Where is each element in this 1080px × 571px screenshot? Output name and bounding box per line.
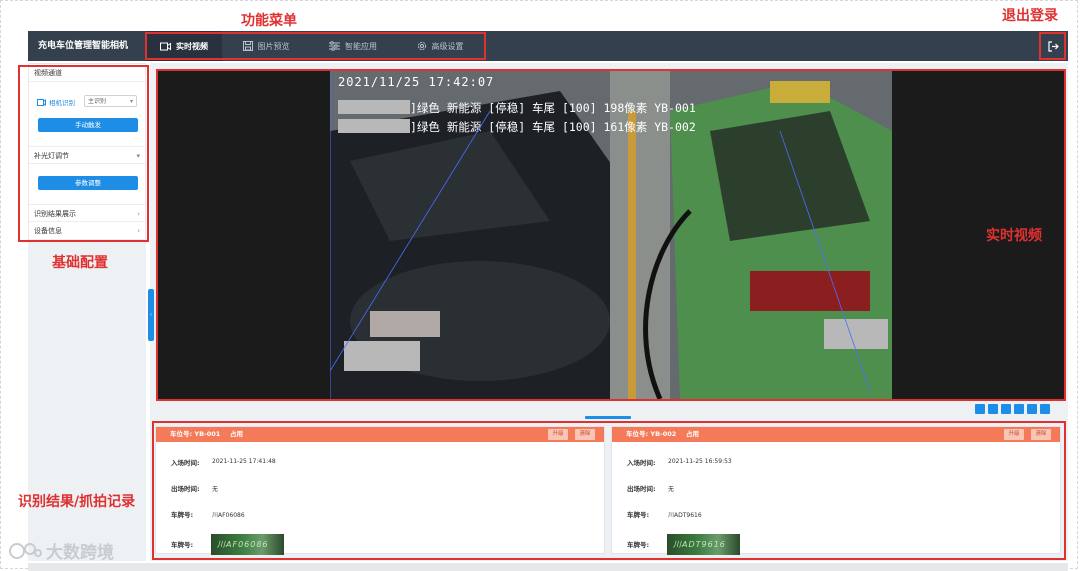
annotation-label-menu: 功能菜单 [241, 13, 297, 29]
annotation-box-logout [1039, 32, 1066, 60]
fullscreen-icon[interactable] [988, 404, 998, 414]
stop-icon[interactable] [975, 404, 985, 414]
annotation-box-basic-config [18, 65, 149, 242]
panel-splitter[interactable] [585, 416, 631, 419]
annotation-box-live-video [156, 69, 1066, 401]
bottom-scrollbar[interactable] [28, 563, 1068, 571]
watermark-text: 大数跨境 [46, 543, 114, 563]
watermark: 大数跨境 [8, 538, 114, 563]
sidebar-collapse-handle[interactable]: ‹ [148, 289, 154, 341]
watermark-logo-icon [9, 542, 42, 559]
expand-icon[interactable] [1040, 404, 1050, 414]
annotation-box-results [152, 421, 1066, 560]
annotation-label-logout: 退出登录 [1002, 8, 1058, 24]
annotation-label-live-video: 实时视频 [986, 228, 1042, 244]
zoom-icon[interactable] [1027, 404, 1037, 414]
annotation-label-basic-config: 基础配置 [52, 255, 108, 271]
video-toolbar [975, 404, 1050, 414]
snapshot-icon[interactable] [1001, 404, 1011, 414]
app-title: 充电车位管理智能相机 [38, 41, 129, 51]
record-icon[interactable] [1014, 404, 1024, 414]
annotation-box-menu [145, 32, 486, 60]
sidebar-filler [28, 241, 146, 561]
annotation-label-results: 识别结果/抓拍记录 [18, 494, 136, 510]
